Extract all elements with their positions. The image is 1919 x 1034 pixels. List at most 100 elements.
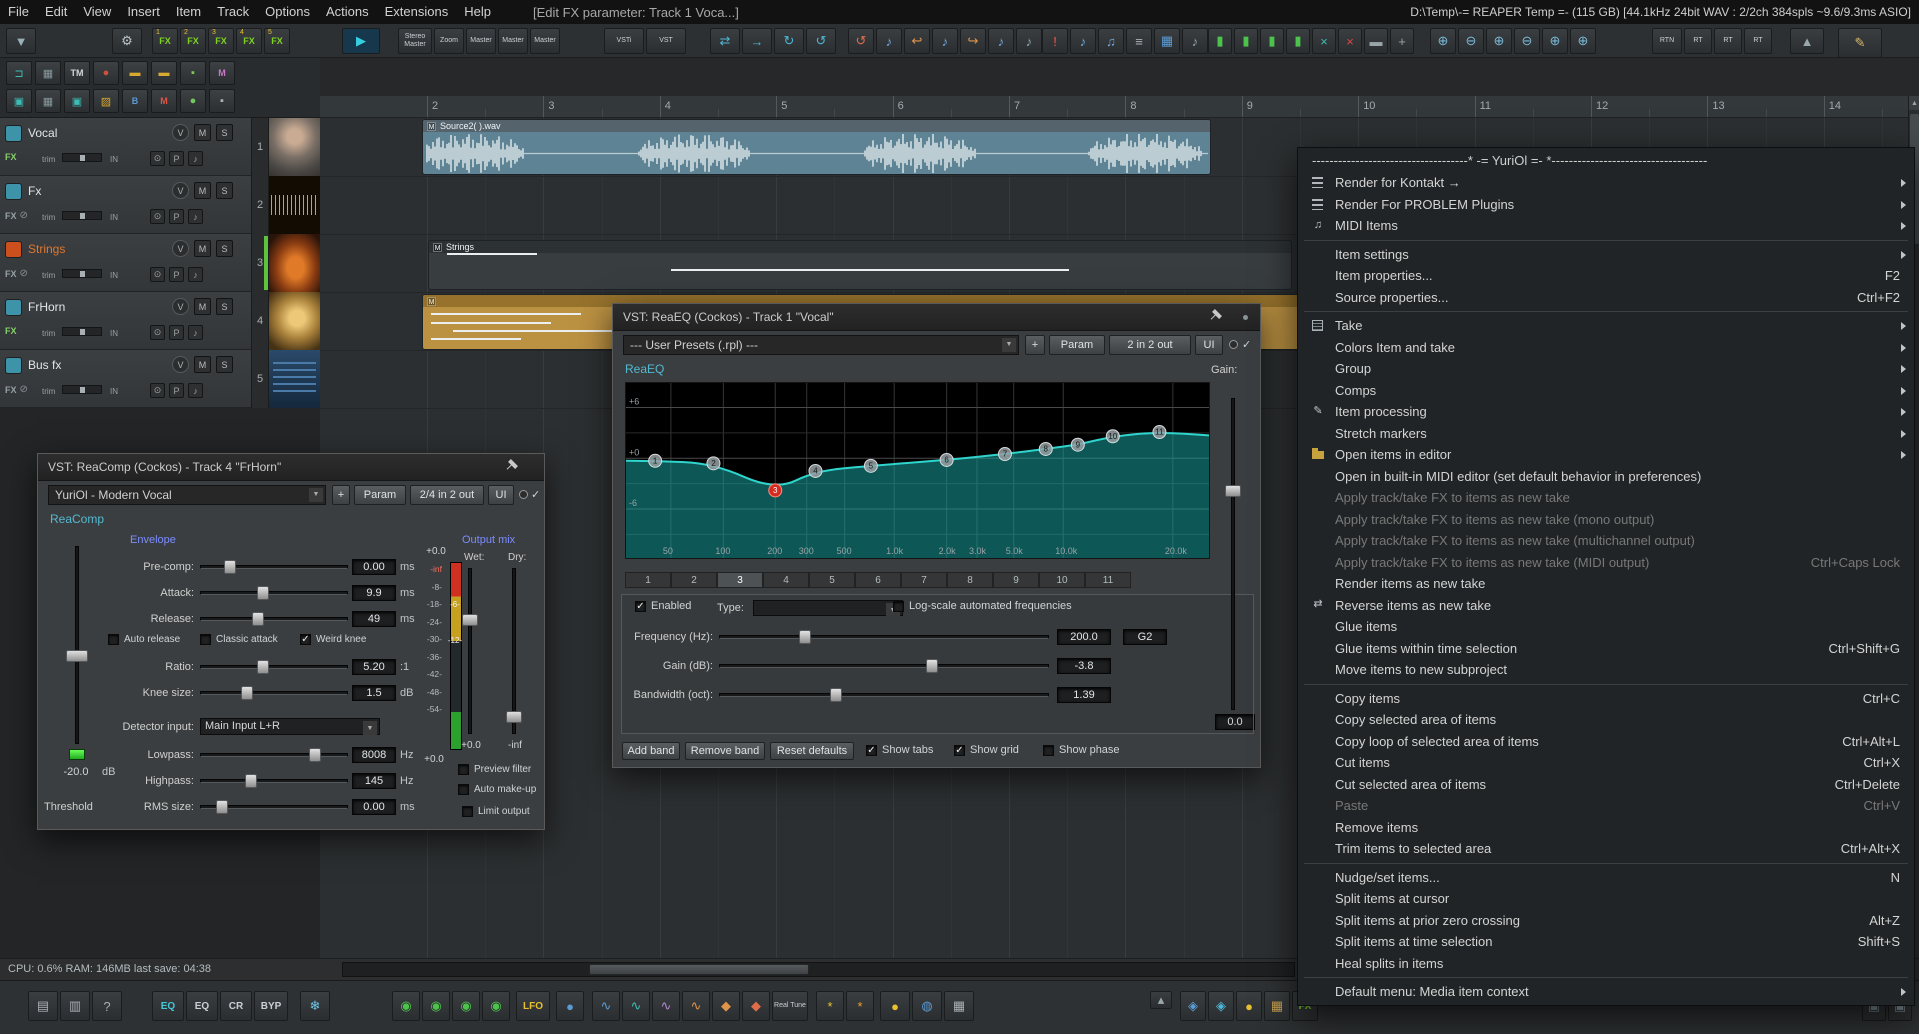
zoom-in-button-2[interactable]: ⊕: [1486, 28, 1512, 54]
detector-input-dropdown[interactable]: Main Input L+R▼: [200, 718, 380, 735]
reacomp-io-button[interactable]: 2/4 in 2 out: [410, 485, 484, 505]
reaeq-param-button[interactable]: Param: [1049, 335, 1105, 355]
output-gain-fader-handle[interactable]: [1225, 485, 1241, 497]
cycle-button[interactable]: ↻: [774, 28, 804, 54]
reacomp-plugin-link[interactable]: ReaComp: [50, 512, 104, 526]
pre-comp-slider-handle[interactable]: [224, 560, 236, 574]
docker-green-dot[interactable]: ●: [180, 89, 206, 113]
actions-wrench[interactable]: ⚙: [112, 28, 142, 54]
check-show-grid[interactable]: ✓Show grid: [954, 744, 1019, 756]
menu-item-split-items-at-cursor[interactable]: Split items at cursor: [1298, 888, 1914, 910]
undo-note-button[interactable]: ↺: [848, 28, 874, 54]
band-tab-3[interactable]: 3: [717, 572, 763, 588]
master-button-3[interactable]: Master: [530, 28, 560, 54]
check-weird-knee[interactable]: ✓Weird knee: [300, 634, 366, 645]
menu-item-open-items-in-editor[interactable]: Open items in editor: [1298, 444, 1914, 466]
attack-value[interactable]: 9.9: [352, 585, 396, 601]
lfo-button[interactable]: LFO: [516, 991, 550, 1021]
check-enabled-box[interactable]: ✓: [635, 601, 646, 612]
menu-item-source-properties[interactable]: Source properties...Ctrl+F2: [1298, 287, 1914, 309]
real-tune-button[interactable]: Real Tune: [772, 991, 808, 1021]
grid-button[interactable]: ▦: [944, 991, 974, 1021]
check-auto-release[interactable]: Auto release: [108, 634, 180, 645]
ratio-slider-handle[interactable]: [257, 660, 269, 674]
track-number[interactable]: 2: [251, 176, 268, 234]
cross-red-button[interactable]: ×: [1338, 28, 1362, 54]
master-button-1[interactable]: Master: [466, 28, 496, 54]
menu-item-midi-items[interactable]: ♫MIDI Items: [1298, 215, 1914, 237]
byp-button[interactable]: BYP: [254, 991, 288, 1021]
trim-fader-handle[interactable]: [80, 213, 85, 219]
note-button-3[interactable]: ♪: [988, 28, 1014, 54]
menu-item-heal-splits-in-items[interactable]: Heal splits in items: [1298, 953, 1914, 975]
rt-button-2[interactable]: RT: [1714, 28, 1742, 54]
wet-fader[interactable]: [462, 568, 478, 734]
solo-button[interactable]: S: [216, 356, 233, 373]
fx-preset-button-3[interactable]: FX3: [208, 28, 234, 54]
lowpass-value[interactable]: 8008: [352, 747, 396, 763]
route-icon-1[interactable]: P: [169, 325, 184, 340]
horizontal-scroll-thumb[interactable]: [589, 964, 809, 975]
reaeq-preset-plus-button[interactable]: +: [1025, 335, 1045, 355]
zoom-out-button-2[interactable]: ⊖: [1514, 28, 1540, 54]
band-frequency-value[interactable]: 200.0: [1057, 629, 1111, 645]
trim-fader[interactable]: [62, 327, 102, 336]
wet-fader-handle[interactable]: [462, 614, 478, 626]
menu-item-stretch-markers[interactable]: Stretch markers: [1298, 423, 1914, 445]
attack-slider-handle[interactable]: [257, 586, 269, 600]
route-icon-1[interactable]: P: [169, 267, 184, 282]
menu-item-copy-items[interactable]: Copy itemsCtrl+C: [1298, 688, 1914, 710]
rms-size-slider[interactable]: [200, 800, 348, 814]
docker-monitor-2[interactable]: ▣: [64, 89, 90, 113]
route-icon-0[interactable]: ⊙: [150, 209, 165, 224]
band-frequency-slider[interactable]: [719, 630, 1049, 644]
trim-fader[interactable]: [62, 211, 102, 220]
meter-button-4[interactable]: ▮: [1286, 28, 1310, 54]
band-tab-9[interactable]: 9: [993, 572, 1039, 588]
rms-size-slider-handle[interactable]: [216, 800, 228, 814]
track-row-vocal[interactable]: VocalVMSFXtrimIN⊙P♪1: [0, 118, 320, 176]
pre-comp-value[interactable]: 0.00: [352, 559, 396, 575]
freeze-button[interactable]: ❄: [300, 991, 330, 1021]
threshold-fader[interactable]: [66, 546, 88, 744]
check-log-scale[interactable]: Log-scale automated frequencies: [893, 600, 1072, 612]
rtn-button[interactable]: RTN: [1652, 28, 1682, 54]
remove-band-button[interactable]: Remove band: [685, 742, 765, 760]
reaeq-preset-dropdown[interactable]: --- User Presets (.rpl) --- ▼: [623, 335, 1019, 355]
docker-monitor-1[interactable]: ▣: [6, 89, 32, 113]
fx-button[interactable]: FX⊘: [5, 384, 28, 395]
check-weird-knee-box[interactable]: ✓: [300, 634, 311, 645]
menu-item-comps[interactable]: Comps: [1298, 380, 1914, 402]
band-tab-1[interactable]: 1: [625, 572, 671, 588]
volume-knob[interactable]: V: [172, 298, 189, 315]
menu-item-reverse-items-as-new-take[interactable]: ⇄Reverse items as new take: [1298, 595, 1914, 617]
highpass-slider[interactable]: [200, 774, 348, 788]
check-preview-filter-box[interactable]: [458, 764, 469, 775]
menu-item-colors-item-and-take[interactable]: Colors Item and take: [1298, 337, 1914, 359]
trim-fader[interactable]: [62, 269, 102, 278]
dry-fader[interactable]: [506, 568, 522, 734]
tune-button-1[interactable]: ◆: [712, 991, 740, 1021]
wave-plugin-button-1[interactable]: ∿: [592, 991, 620, 1021]
band-bandwidth-value[interactable]: 1.39: [1057, 687, 1111, 703]
route-icon-2[interactable]: ♪: [188, 383, 203, 398]
menu-track[interactable]: Track: [209, 0, 257, 24]
eq-graph[interactable]: +6+0-6501002003005001.0k2.0k3.0k5.0k10.0…: [625, 382, 1210, 559]
check-preview-filter[interactable]: Preview filter: [458, 764, 531, 775]
tune-button-2[interactable]: ◆: [742, 991, 770, 1021]
menu-item-copy-selected-area-of-items[interactable]: Copy selected area of items: [1298, 709, 1914, 731]
menu-extensions[interactable]: Extensions: [377, 0, 457, 24]
fx-preset-button-1[interactable]: FX1: [152, 28, 178, 54]
volume-knob[interactable]: V: [172, 182, 189, 199]
band-gain-value[interactable]: -3.8: [1057, 658, 1111, 674]
timeline-ruler[interactable]: 234567891011121314: [320, 96, 1908, 118]
route-icon-1[interactable]: P: [169, 383, 184, 398]
dock-up-button[interactable]: ▲: [1790, 28, 1824, 54]
dot-yellow-button[interactable]: ●: [1236, 991, 1262, 1021]
menu-insert[interactable]: Insert: [119, 0, 168, 24]
cheese-button[interactable]: ●: [880, 991, 910, 1021]
release-value[interactable]: 49: [352, 611, 396, 627]
return-note-button-2[interactable]: ↪: [960, 28, 986, 54]
dash-button[interactable]: ▬: [1364, 28, 1388, 54]
track-row-strings[interactable]: StringsVMSFX⊘trimIN⊙P♪3: [0, 234, 320, 292]
